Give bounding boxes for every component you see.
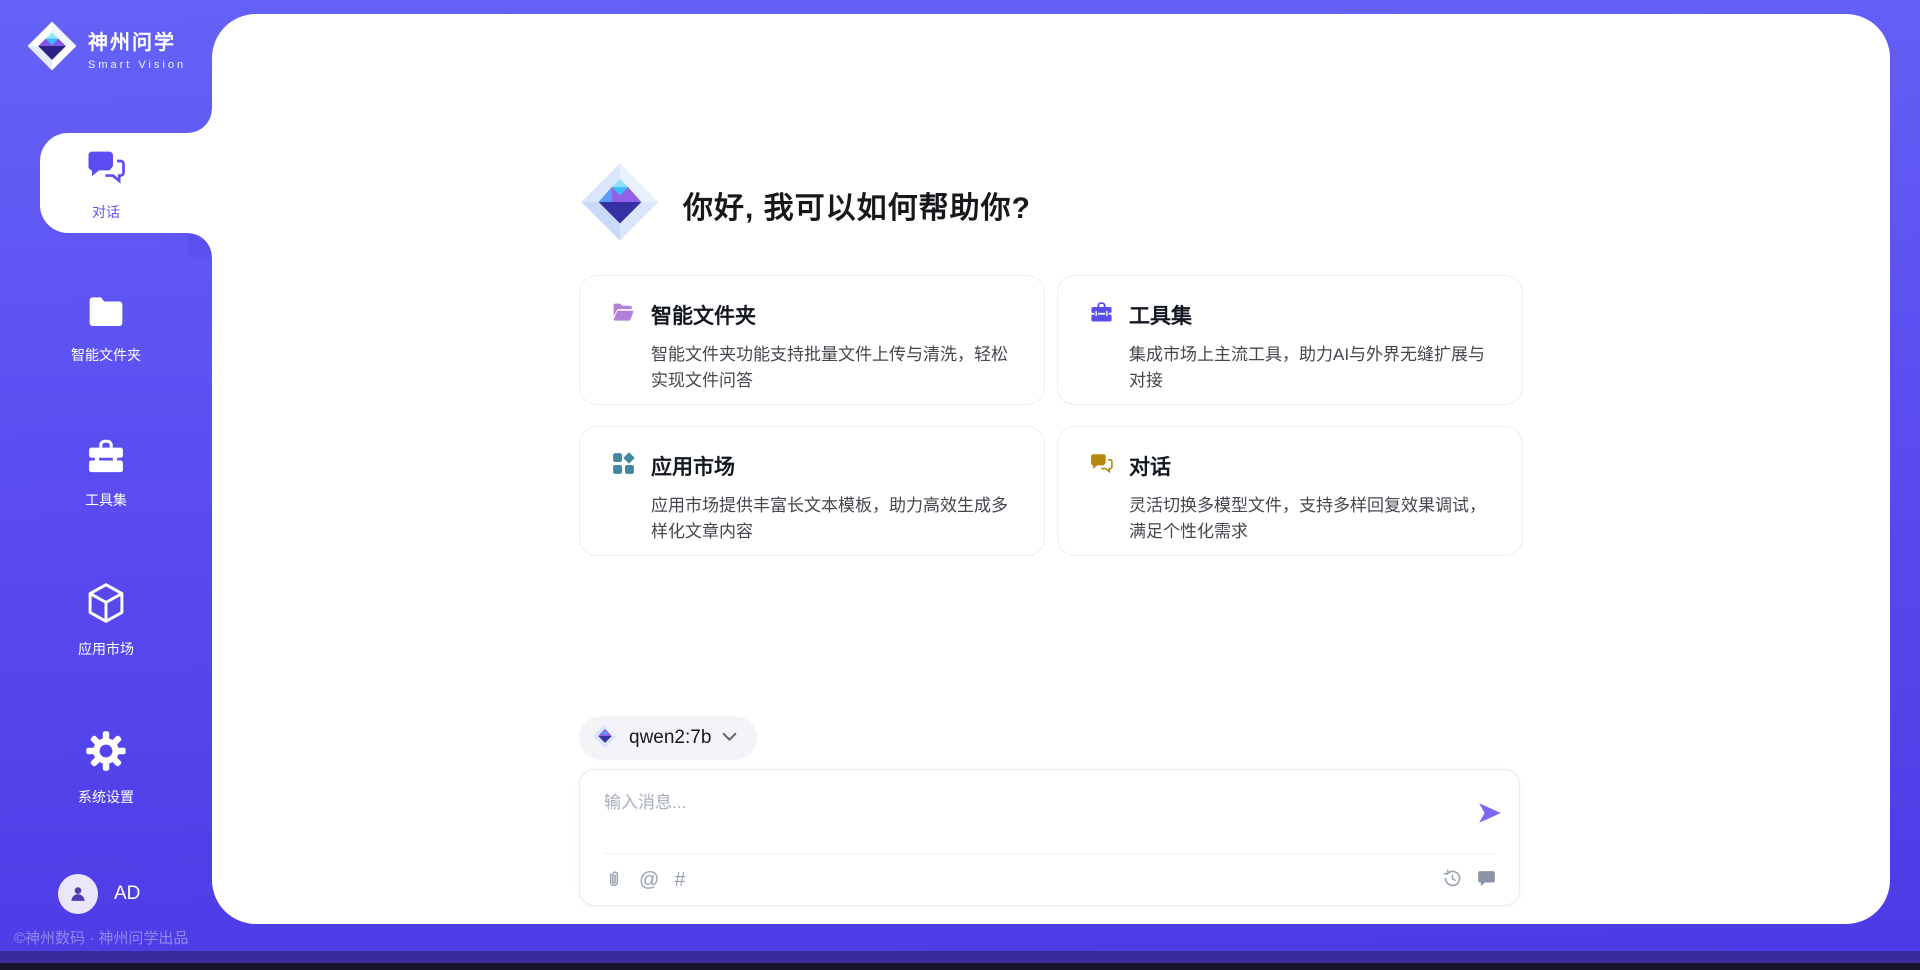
card-title: 对话 [1129,451,1171,481]
nav-active-curve-top [188,109,212,133]
card-description: 灵活切换多模型文件，支持多样回复效果调试，满足个性化需求 [1129,493,1494,545]
card-description: 应用市场提供丰富长文本模板，助力高效生成多样化文章内容 [651,493,1016,545]
send-icon[interactable] [1477,800,1503,826]
card-app-market[interactable]: 应用市场 应用市场提供丰富长文本模板，助力高效生成多样化文章内容 [579,426,1045,556]
folder-icon [85,293,127,336]
copyright-footer: ©神州数码 · 神州问学出品 [14,927,188,948]
message-composer: @ # [579,769,1520,906]
composer-divider [604,853,1495,854]
avatar[interactable] [58,874,98,914]
sidebar-item-label: 智能文件夹 [71,345,141,365]
assistant-logo-diamond-icon [579,161,661,248]
cube-icon [84,581,128,630]
card-description: 集成市场上主流工具，助力AI与外界无缝扩展与对接 [1129,342,1494,394]
chat-bubbles-icon [1089,452,1114,481]
mention-at-icon[interactable]: @ [639,868,659,892]
nav-active-curve-bottom [188,233,212,257]
sidebar-item-toolset[interactable]: 工具集 [0,438,212,510]
user-account[interactable]: AD [58,874,140,914]
card-description: 智能文件夹功能支持批量文件上传与清洗，轻松实现文件问答 [651,342,1016,394]
sidebar-item-settings[interactable]: 系统设置 [0,729,212,807]
brand-logo-diamond-icon [26,20,78,77]
feature-cards: 智能文件夹 智能文件夹功能支持批量文件上传与清洗，轻松实现文件问答 [579,275,1523,556]
sidebar-item-label: 应用市场 [78,639,134,659]
briefcase-icon [1089,300,1114,330]
app-grid-icon [611,451,636,481]
attachment-paperclip-icon[interactable] [604,868,624,892]
brand-subtitle: Smart Vision [88,59,186,71]
sidebar-item-label: 工具集 [85,490,127,510]
sidebar-item-smart-folder[interactable]: 智能文件夹 [0,293,212,365]
greeting-title: 你好, 我可以如何帮助你? [683,183,1031,227]
sidebar-item-app-market[interactable]: 应用市场 [0,581,212,659]
message-input[interactable] [604,788,1444,844]
card-smart-folder[interactable]: 智能文件夹 智能文件夹功能支持批量文件上传与清洗，轻松实现文件问答 [579,275,1045,405]
card-title: 智能文件夹 [651,300,756,330]
brand-name: 神州问学 [88,26,186,55]
main-panel: 你好, 我可以如何帮助你? 智能文件夹 智能文件夹功能支持批量文件上传与清洗，轻… [212,14,1890,924]
sidebar-item-label: 系统设置 [78,787,134,807]
model-selector[interactable]: qwen2:7b [579,716,757,760]
chevron-down-icon [722,729,737,747]
brand: 神州问学 Smart Vision [26,20,186,77]
folder-open-icon [611,300,636,330]
greeting: 你好, 我可以如何帮助你? [579,161,1031,248]
history-icon[interactable] [1442,868,1463,889]
hashtag-icon[interactable]: # [674,868,685,892]
user-initials: AD [114,883,140,905]
chat-bubble-icon[interactable] [1476,868,1497,889]
model-name: qwen2:7b [629,727,711,749]
gear-icon [84,729,128,778]
card-toolset[interactable]: 工具集 集成市场上主流工具，助力AI与外界无缝扩展与对接 [1057,275,1523,405]
sidebar-item-chat[interactable]: 对话 [0,148,212,222]
card-title: 应用市场 [651,451,735,481]
bottom-strip [0,951,1920,963]
model-logo-diamond-icon [592,723,618,754]
chat-bubbles-icon [85,148,127,193]
card-chat[interactable]: 对话 灵活切换多模型文件，支持多样回复效果调试，满足个性化需求 [1057,426,1523,556]
briefcase-icon [85,438,127,481]
sidebar-item-label: 对话 [92,202,120,222]
card-title: 工具集 [1129,300,1192,330]
bottom-edge [0,963,1920,970]
